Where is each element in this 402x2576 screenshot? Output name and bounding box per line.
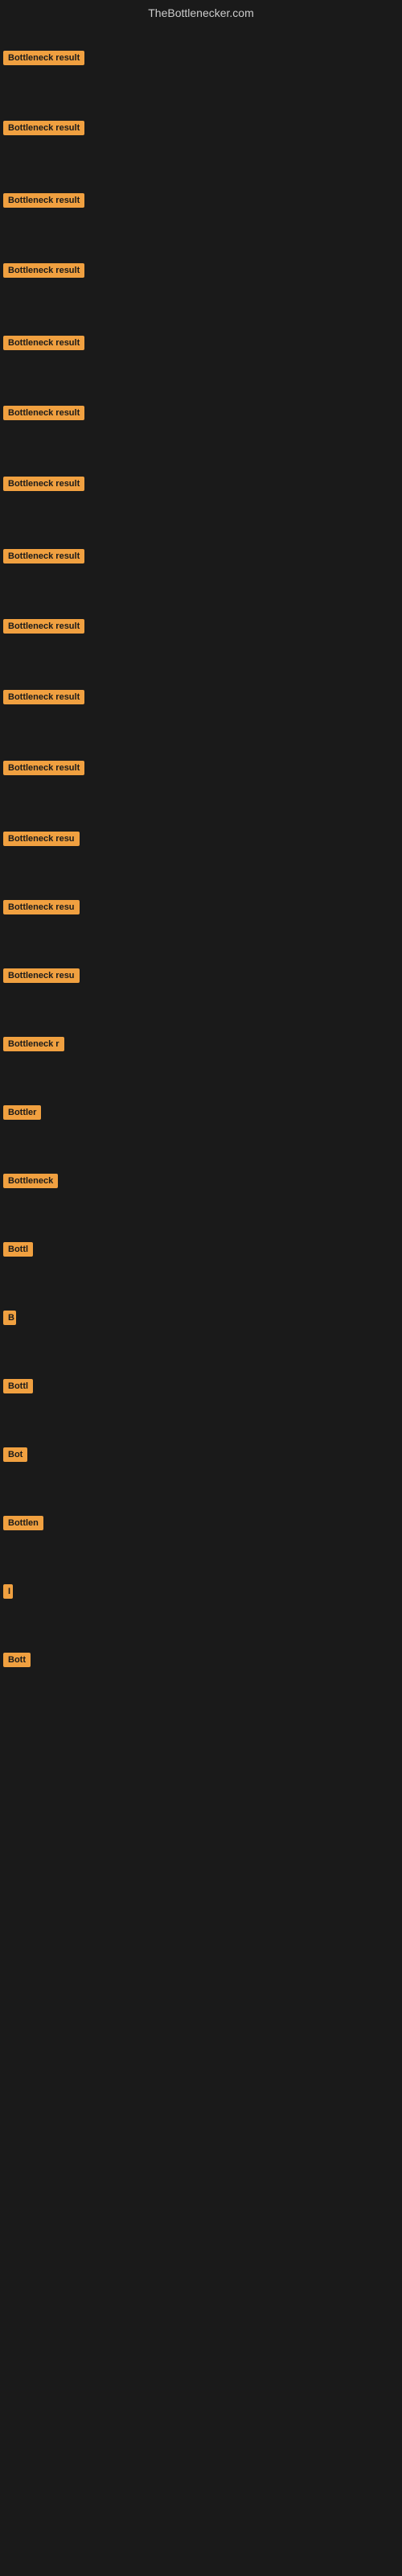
result-row: Bottleneck (0, 1169, 61, 1197)
result-row: Bottleneck result (0, 188, 88, 217)
result-row: Bottleneck result (0, 685, 88, 713)
bottleneck-badge: Bottleneck result (3, 193, 84, 208)
bottleneck-badge: Bottleneck result (3, 406, 84, 420)
bottleneck-badge: B (3, 1311, 16, 1325)
result-row: Bottleneck result (0, 331, 88, 359)
result-row: Bottleneck result (0, 46, 88, 74)
bottleneck-badge: Bottleneck result (3, 263, 84, 278)
bottleneck-badge: Bottler (3, 1105, 41, 1120)
bottleneck-badge: Bottleneck result (3, 121, 84, 135)
result-row: Bottleneck r (0, 1032, 68, 1060)
bottleneck-badge: Bottleneck result (3, 761, 84, 775)
bottleneck-badge: I (3, 1584, 13, 1599)
result-row: Bottleneck result (0, 756, 88, 784)
result-row: Bottlen (0, 1511, 47, 1539)
result-row: Bottleneck result (0, 116, 88, 144)
bottleneck-badge: Bottleneck resu (3, 900, 80, 914)
bottleneck-badge: Bott (3, 1653, 31, 1667)
bottleneck-badge: Bottleneck r (3, 1037, 64, 1051)
result-row: Bot (0, 1443, 31, 1471)
bottleneck-badge: Bottleneck result (3, 690, 84, 704)
bottleneck-badge: Bottleneck (3, 1174, 58, 1188)
result-row: Bottl (0, 1374, 36, 1402)
result-row: Bottleneck result (0, 544, 88, 572)
result-row: Bottleneck result (0, 401, 88, 429)
bottleneck-badge: Bottleneck result (3, 51, 84, 65)
result-row: Bottleneck result (0, 614, 88, 642)
bottleneck-badge: Bottleneck resu (3, 968, 80, 983)
result-row: Bottleneck resu (0, 964, 83, 992)
bottleneck-badge: Bottleneck result (3, 619, 84, 634)
result-row: Bottleneck result (0, 258, 88, 287)
result-row: Bottleneck resu (0, 895, 83, 923)
result-row: Bottl (0, 1237, 36, 1265)
site-title: TheBottlenecker.com (0, 0, 402, 23)
bottleneck-badge: Bot (3, 1447, 27, 1462)
result-row: Bottler (0, 1100, 44, 1129)
bottleneck-badge: Bottleneck result (3, 549, 84, 564)
bottleneck-badge: Bottleneck result (3, 336, 84, 350)
result-row: Bott (0, 1648, 34, 1676)
bottleneck-badge: Bottlen (3, 1516, 43, 1530)
result-row: Bottleneck result (0, 472, 88, 500)
result-row: B (0, 1306, 19, 1334)
result-row: I (0, 1579, 16, 1608)
bottleneck-badge: Bottleneck result (3, 477, 84, 491)
bottleneck-badge: Bottleneck resu (3, 832, 80, 846)
bottleneck-badge: Bottl (3, 1379, 33, 1393)
result-row: Bottleneck resu (0, 827, 83, 855)
bottleneck-badge: Bottl (3, 1242, 33, 1257)
